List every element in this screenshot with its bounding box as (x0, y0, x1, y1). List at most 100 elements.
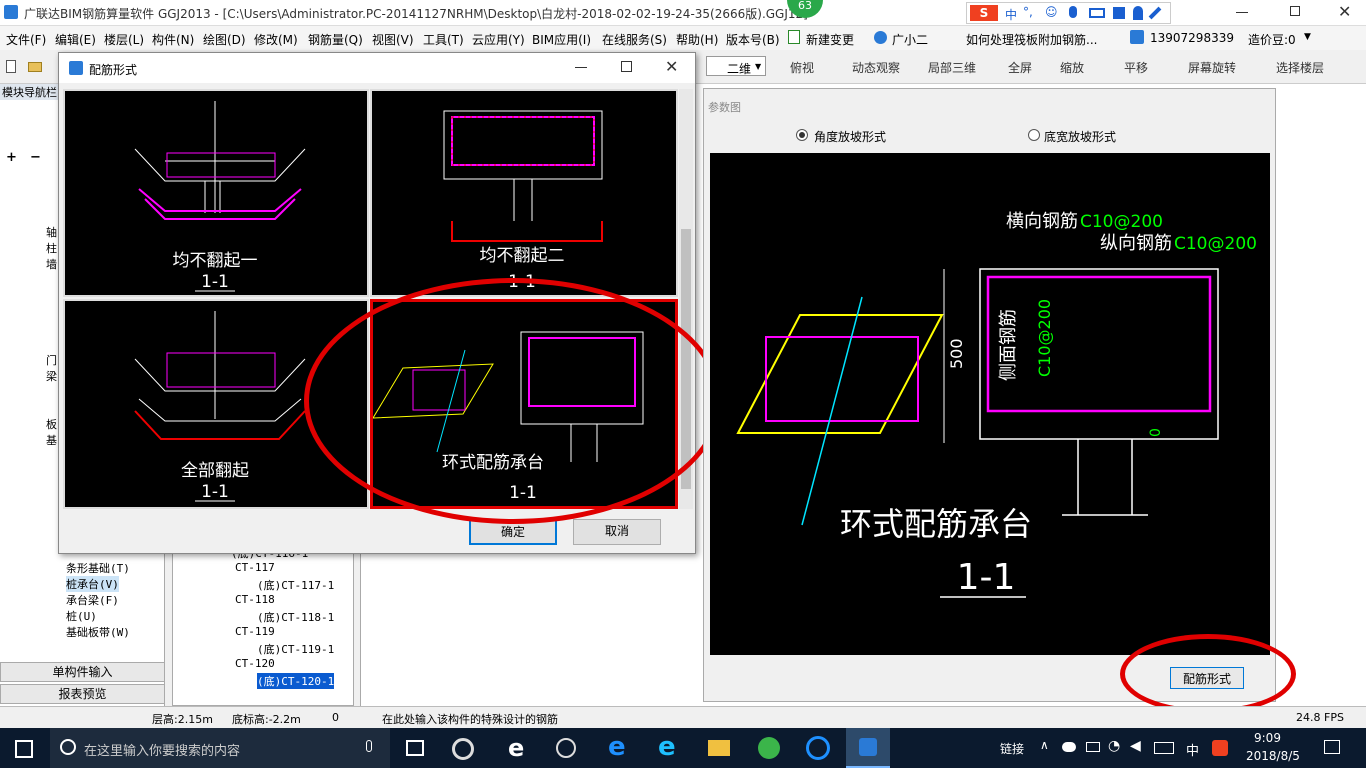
tree-node[interactable]: CT-118 (235, 593, 275, 606)
sogou-browser-icon[interactable] (806, 736, 830, 760)
top-view-button[interactable]: 俯视 (790, 59, 814, 76)
restore-icon[interactable] (1290, 6, 1300, 16)
zoom-button[interactable]: 缩放 (1060, 59, 1084, 76)
tree-node[interactable]: (底)CT-118-1 (257, 609, 334, 625)
app-green-icon[interactable] (758, 737, 780, 759)
menu-online[interactable]: 在线服务(S) (602, 31, 667, 48)
user-icon[interactable] (1133, 6, 1143, 20)
link-label[interactable]: 链接 (1000, 740, 1024, 757)
microphone-icon[interactable] (366, 740, 372, 752)
rotate-button[interactable]: 屏幕旋转 (1188, 59, 1236, 76)
tree-node[interactable]: CT-120 (235, 657, 275, 670)
ime-punct[interactable]: °, (1023, 5, 1033, 19)
tree-node[interactable]: CT-119 (235, 625, 275, 638)
local-3d-button[interactable]: 局部三维 (928, 59, 976, 76)
expand-all-button[interactable]: + (6, 150, 17, 165)
cloud-icon[interactable] (1062, 742, 1076, 752)
radio-angle[interactable] (796, 129, 808, 141)
chevron-up-icon[interactable]: ∧ (1040, 738, 1049, 752)
tree-item-slab[interactable]: 板 (46, 416, 57, 432)
option-no-flip-2[interactable]: 均不翻起二 1-1 (370, 89, 678, 297)
nav-pile-cap[interactable]: 桩承台(V) (66, 576, 119, 592)
view-mode-select[interactable]: 二维 ▼ (706, 56, 766, 76)
menu-new-change[interactable]: 新建变更 (806, 31, 854, 48)
nav-strip-footing[interactable]: 条形基础(T) (66, 560, 130, 576)
menu-cloud[interactable]: 云应用(Y) (472, 31, 525, 48)
sogou-tray-icon[interactable] (1212, 740, 1228, 756)
edge-legacy-icon[interactable]: e (508, 734, 524, 762)
ime-toolbar[interactable]: S 中 °, ☺ (966, 2, 1171, 24)
windows-start-icon[interactable] (15, 740, 33, 758)
fullscreen-button[interactable]: 全屏 (1008, 59, 1032, 76)
menu-tools[interactable]: 工具(T) (423, 31, 464, 48)
tree-item-axis[interactable]: 轴 (46, 224, 57, 240)
tree-item-beam[interactable]: 梁 (46, 368, 57, 384)
tree-node-selected[interactable]: (底)CT-120-1 (257, 673, 335, 689)
menu-file[interactable]: 文件(F) (6, 31, 46, 48)
minimize-icon[interactable] (575, 67, 587, 68)
open-folder-icon[interactable] (28, 62, 42, 72)
glodon-app-icon[interactable] (846, 728, 890, 768)
ime-lang[interactable]: 中 (1005, 6, 1017, 23)
close-icon[interactable]: ✕ (665, 57, 678, 76)
clock-date[interactable]: 2018/8/5 (1246, 749, 1300, 763)
radio-width[interactable] (1028, 129, 1040, 141)
notification-icon[interactable] (1324, 740, 1340, 754)
file-explorer-icon[interactable] (708, 740, 730, 756)
menu-view[interactable]: 视图(V) (372, 31, 414, 48)
nav-foundation-strip[interactable]: 基础板带(W) (66, 624, 130, 640)
tree-node[interactable]: (底)CT-119-1 (257, 641, 334, 657)
new-file-icon[interactable] (6, 60, 16, 73)
maximize-icon[interactable] (621, 61, 632, 72)
dropdown-icon[interactable]: ▼ (1304, 32, 1311, 42)
menu-rebar-qty[interactable]: 钢筋量(Q) (308, 31, 363, 48)
tree-item-column[interactable]: 柱 (46, 240, 57, 256)
menu-assistant[interactable]: 广小二 (892, 31, 928, 48)
tree-node[interactable]: (底)CT-117-1 (257, 577, 334, 593)
skin-icon[interactable] (1113, 7, 1125, 19)
pan-button[interactable]: 平移 (1124, 59, 1148, 76)
wrench-icon[interactable] (1148, 6, 1162, 20)
battery-icon[interactable] (1086, 742, 1100, 752)
option-no-flip-1[interactable]: 均不翻起一 1-1 (63, 89, 369, 297)
tree-item-foundation[interactable]: 基 (46, 432, 57, 448)
keyboard-icon[interactable] (1089, 8, 1105, 18)
menu-draw[interactable]: 绘图(D) (203, 31, 246, 48)
minimize-icon[interactable] (1236, 12, 1248, 13)
tree-item-wall[interactable]: 墙 (46, 256, 57, 272)
orbit-button[interactable]: 动态观察 (852, 59, 900, 76)
cancel-button[interactable]: 取消 (573, 519, 661, 545)
ime-lang-indicator[interactable]: 中 (1186, 740, 1199, 759)
nav-pile[interactable]: 桩(U) (66, 608, 97, 624)
help-link[interactable]: 如何处理筏板附加钢筋... (966, 31, 1097, 48)
account-phone[interactable]: 13907298339 (1150, 31, 1234, 45)
coin-balance[interactable]: 造价豆:0 (1248, 31, 1296, 48)
menu-component[interactable]: 构件(N) (152, 31, 194, 48)
tree-node[interactable]: CT-117 (235, 561, 275, 574)
collapse-all-button[interactable]: − (30, 150, 41, 165)
volume-icon[interactable]: ◀ (1130, 738, 1141, 754)
clock-time[interactable]: 9:09 (1254, 731, 1281, 745)
single-component-input-button[interactable]: 单构件输入 (0, 662, 165, 682)
app-fan-icon[interactable] (452, 738, 474, 760)
close-icon[interactable]: ✕ (1338, 2, 1351, 21)
menu-modify[interactable]: 修改(M) (254, 31, 298, 48)
menu-floor[interactable]: 楼层(L) (104, 31, 144, 48)
taskbar-search[interactable]: 在这里输入你要搜索的内容 (50, 728, 390, 768)
edge-icon[interactable]: e (608, 732, 626, 762)
task-view-icon[interactable] (406, 740, 424, 756)
app-spiral-icon[interactable] (556, 738, 576, 758)
nav-cap-beam[interactable]: 承台梁(F) (66, 592, 119, 608)
menu-bim[interactable]: BIM应用(I) (532, 31, 591, 48)
tree-item-door[interactable]: 门 (46, 352, 57, 368)
menu-edit[interactable]: 编辑(E) (55, 31, 96, 48)
select-floor-button[interactable]: 选择楼层 (1276, 59, 1324, 76)
wifi-icon[interactable]: ◔ (1108, 738, 1120, 754)
report-preview-button[interactable]: 报表预览 (0, 684, 165, 704)
mic-icon[interactable] (1069, 6, 1077, 18)
ie-icon[interactable]: e (658, 732, 676, 762)
keyboard-icon[interactable] (1154, 742, 1174, 754)
menu-help[interactable]: 帮助(H) (676, 31, 718, 48)
emoji-icon[interactable]: ☺ (1045, 5, 1058, 19)
menu-version[interactable]: 版本号(B) (726, 31, 780, 48)
